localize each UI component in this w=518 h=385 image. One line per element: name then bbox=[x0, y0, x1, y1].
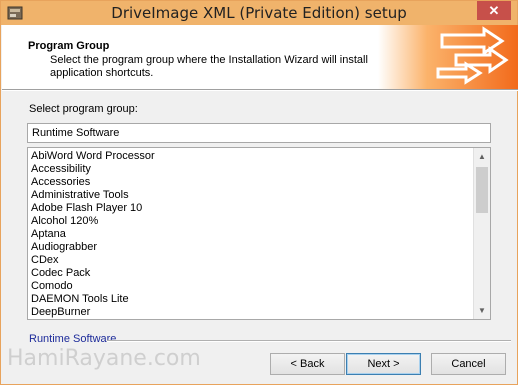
arrows-graphic-icon bbox=[378, 25, 518, 89]
list-item[interactable]: DAEMON Tools Lite bbox=[28, 293, 473, 306]
footer-divider bbox=[107, 340, 511, 342]
program-group-list[interactable]: AbiWord Word Processor Accessibility Acces… bbox=[27, 147, 491, 320]
list-item[interactable]: Accessories bbox=[28, 176, 473, 189]
select-group-label: Select program group: bbox=[29, 103, 138, 115]
watermark: HamiRayane.com bbox=[7, 346, 201, 371]
list-scrollbar[interactable]: ▲ ▼ bbox=[473, 148, 490, 319]
list-items: AbiWord Word Processor Accessibility Acces… bbox=[28, 150, 473, 320]
window-title: DriveImage XML (Private Edition) setup bbox=[111, 4, 407, 22]
back-button[interactable]: < Back bbox=[270, 353, 345, 375]
header-panel: Program Group Select the program group w… bbox=[2, 25, 518, 89]
list-item[interactable]: Aptana bbox=[28, 228, 473, 241]
cancel-button[interactable]: Cancel bbox=[431, 353, 506, 375]
next-button[interactable]: Next > bbox=[346, 353, 421, 375]
list-item[interactable]: Audiograbber bbox=[28, 241, 473, 254]
list-item[interactable]: Accessibility bbox=[28, 163, 473, 176]
list-item[interactable]: Administrative Tools bbox=[28, 189, 473, 202]
close-button[interactable]: ✕ bbox=[477, 1, 511, 20]
list-item[interactable]: CDex bbox=[28, 254, 473, 267]
brand-label: Runtime Software bbox=[29, 333, 117, 345]
list-item[interactable]: Codec Pack bbox=[28, 267, 473, 280]
list-item[interactable]: Comodo bbox=[28, 280, 473, 293]
title-bar[interactable]: DriveImage XML (Private Edition) setup ✕ bbox=[1, 1, 517, 25]
page-title: Program Group bbox=[28, 40, 110, 52]
list-item[interactable]: DeepBurner bbox=[28, 306, 473, 319]
header-divider bbox=[2, 89, 518, 91]
setup-window: DriveImage XML (Private Edition) setup ✕… bbox=[0, 0, 518, 385]
list-item[interactable]: Adobe Flash Player 10 bbox=[28, 202, 473, 215]
list-item[interactable]: Alcohol 120% bbox=[28, 215, 473, 228]
program-group-input[interactable]: Runtime Software bbox=[27, 123, 491, 143]
list-item[interactable]: AbiWord Word Processor bbox=[28, 150, 473, 163]
list-item[interactable]: DivX bbox=[28, 319, 473, 320]
chevron-up-icon[interactable]: ▲ bbox=[474, 148, 490, 165]
page-description: Select the program group where the Insta… bbox=[50, 54, 368, 79]
chevron-down-icon[interactable]: ▼ bbox=[474, 302, 490, 319]
scrollbar-thumb[interactable] bbox=[476, 167, 488, 213]
